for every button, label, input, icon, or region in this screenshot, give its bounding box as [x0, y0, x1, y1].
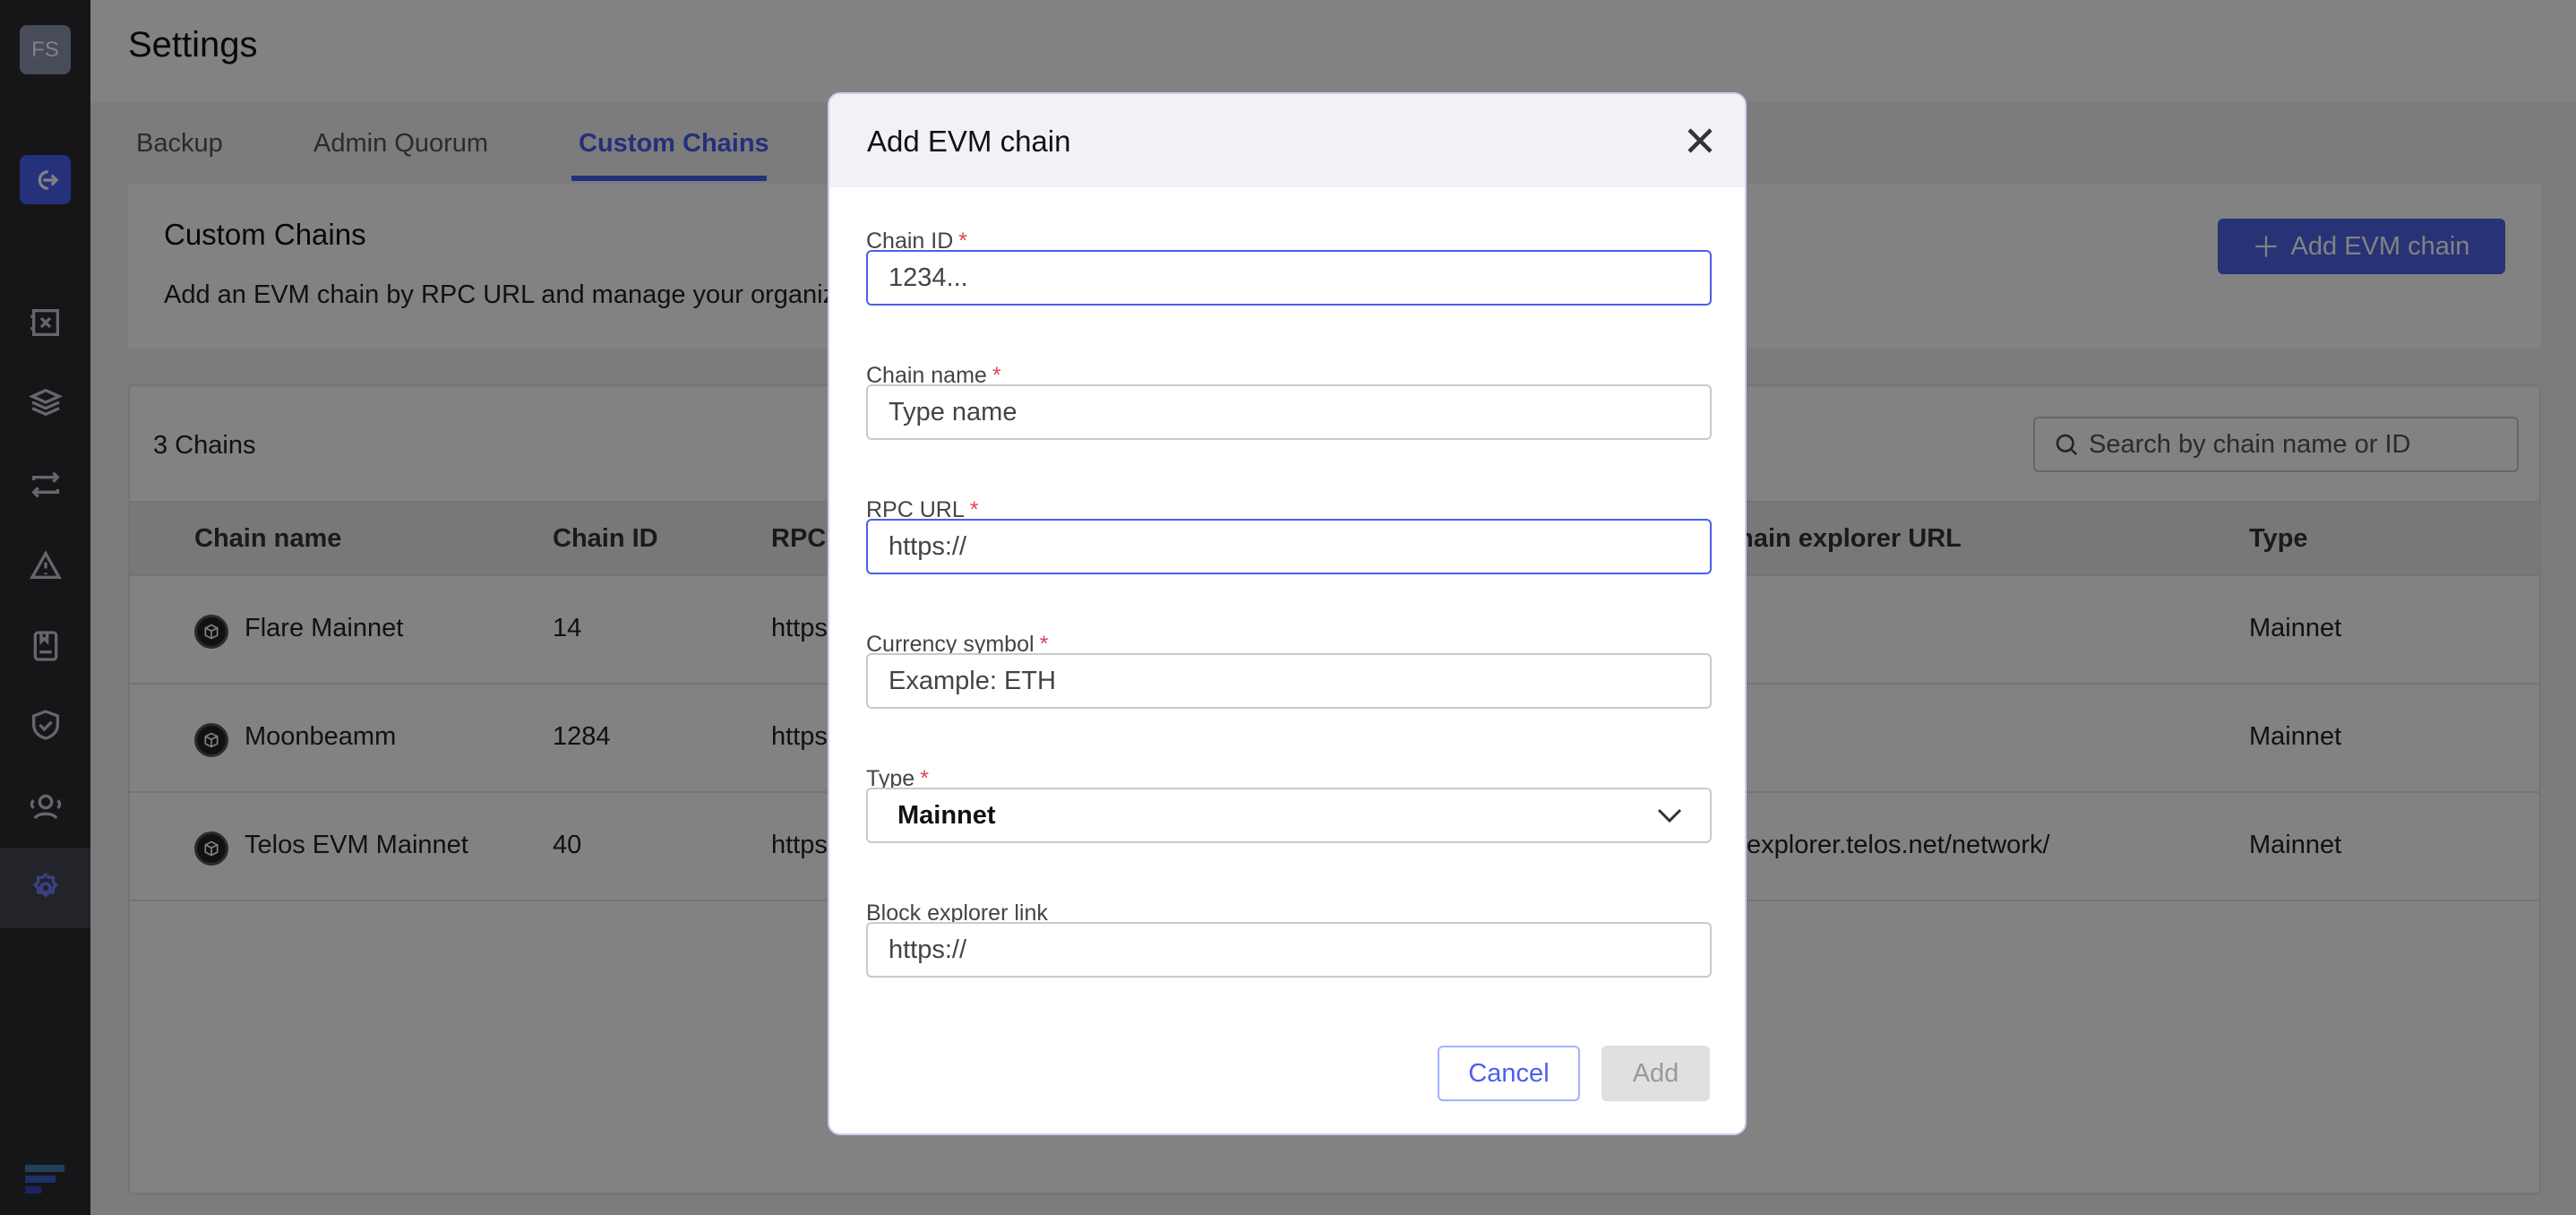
chain-id-input[interactable]: 1234... [866, 250, 1712, 306]
currency-symbol-input[interactable]: Example: ETH [866, 653, 1712, 709]
block-explorer-link-input[interactable]: https:// [866, 922, 1712, 978]
placeholder: Example: ETH [889, 666, 1056, 695]
type-select[interactable]: Mainnet [866, 788, 1712, 843]
rpc-url-input[interactable]: https:// [866, 519, 1712, 574]
placeholder: 1234... [889, 263, 968, 292]
dialog-title: Add EVM chain [867, 125, 1071, 158]
close-button[interactable] [1684, 125, 1716, 157]
dialog-header: Add EVM chain [829, 94, 1745, 187]
placeholder: Type name [889, 397, 1018, 427]
placeholder: https:// [889, 935, 967, 964]
add-button[interactable]: Add [1601, 1046, 1710, 1101]
close-icon [1687, 128, 1713, 153]
selected-value: Mainnet [897, 800, 996, 830]
placeholder: https:// [889, 531, 967, 561]
chevron-down-icon [1657, 808, 1682, 823]
chain-name-input[interactable]: Type name [866, 384, 1712, 440]
cancel-button[interactable]: Cancel [1438, 1046, 1580, 1101]
add-evm-chain-dialog: Add EVM chain Chain ID * 1234... Chain name… [828, 92, 1747, 1135]
